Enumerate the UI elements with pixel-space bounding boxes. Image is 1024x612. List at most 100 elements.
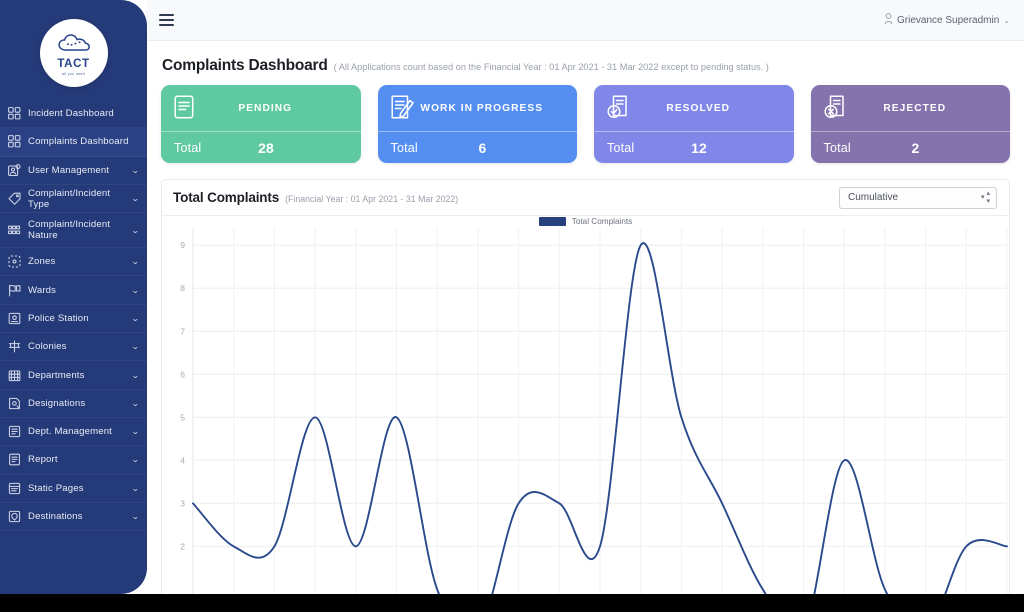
chevron-down-icon: ⌄ [131, 512, 140, 521]
sidebar-item-complaints-dashboard[interactable]: Complaints Dashboard [0, 128, 147, 157]
sidebar-item-label: Dept. Management [28, 426, 112, 438]
department-icon [6, 368, 22, 382]
sidebar-item-label: Zones [28, 256, 56, 268]
sidebar-item-label: Colonies [28, 341, 67, 353]
destination-icon [6, 510, 22, 524]
stat-card-total-label: Total [823, 140, 851, 155]
chevron-down-icon: ⌄ [131, 257, 140, 267]
sidebar-item-label: Police Station [28, 312, 89, 324]
sidebar-item-incident-dashboard[interactable]: Incident Dashboard [0, 100, 147, 129]
cloud-icon [57, 33, 91, 58]
stat-card-value: 28 [258, 139, 274, 156]
y-axis-tick-4: 4 [180, 455, 185, 465]
zone-dashed-icon [6, 255, 22, 269]
select-arrows-icon: ▾ ▴ ▾ [980, 190, 990, 205]
chart-range-value: Cumulative [848, 192, 899, 203]
sidebar-item-label: Complaint/Incident Nature [28, 219, 111, 242]
sidebar-item-label: Designations [28, 397, 86, 409]
brand-logo[interactable]: TACT all you need [0, 0, 147, 100]
grid-dashboard-icon [6, 135, 22, 149]
chart-plot: 9 8 7 6 5 4 3 2 [162, 216, 1009, 598]
stat-card-total-label: Total [607, 140, 635, 155]
sidebar-item-label: Complaint/Incident Type [28, 187, 111, 210]
sidebar-item-label: Destinations [28, 510, 83, 522]
stat-card-row: PENDING Total 28 WORK IN PROGRESS Total 6 RESO… [161, 85, 1010, 163]
stat-card-title: PENDING [238, 102, 293, 114]
document-check-icon [607, 95, 633, 121]
sidebar-item-colonies[interactable]: Colonies ⌄ [0, 333, 147, 362]
ward-flag-icon [6, 283, 22, 297]
chart-header-left: Total Complaints (Financial Year : 01 Ap… [173, 190, 458, 205]
stat-card-total-label: Total [174, 140, 202, 155]
stat-card-value: 2 [911, 139, 920, 156]
chart-range-select[interactable]: Cumulative ▾ ▴ ▾ [839, 186, 997, 209]
letterbox-band-bottom [0, 594, 1024, 612]
chevron-down-icon: ⌄ [131, 313, 140, 323]
tag-icon [6, 192, 22, 206]
sidebar-item-user-management[interactable]: User Management ⌄ [0, 157, 147, 185]
hamburger-icon[interactable] [159, 11, 179, 29]
sidebar-item-label: Wards [28, 284, 57, 296]
report-icon [6, 453, 22, 467]
y-axis-tick-9: 9 [180, 240, 185, 250]
sidebar-item-destinations[interactable]: Destinations ⌄ [0, 503, 147, 532]
document-lines-icon [174, 95, 200, 121]
sidebar-item-wards[interactable]: Wards ⌄ [0, 276, 147, 305]
stat-card-bottom: Total 2 [811, 132, 1011, 163]
sidebar-item-complaint-incident-type[interactable]: Complaint/Incident Type ⌄ [0, 185, 147, 214]
chevron-down-icon: ⌄ [131, 194, 140, 204]
main-content: Complaints Dashboard ( All Applications … [147, 41, 1024, 599]
chevron-down-icon: ⌄ [131, 285, 140, 295]
sidebar: TACT all you need Incident Dashboard Comp… [0, 0, 147, 594]
sidebar-item-departments[interactable]: Departments ⌄ [0, 361, 147, 390]
sidebar-item-label: Static Pages [28, 482, 84, 494]
stat-card-bottom: Total 6 [378, 132, 578, 163]
sidebar-item-zones[interactable]: Zones ⌄ [0, 248, 147, 277]
chart-area: Total Complaints 98765432 [162, 216, 1009, 598]
sidebar-item-report[interactable]: Report ⌄ [0, 446, 147, 475]
y-axis-tick-5: 5 [180, 412, 185, 422]
sidebar-item-static-pages[interactable]: Static Pages ⌄ [0, 475, 147, 503]
sidebar-nav: Incident Dashboard Complaints Dashboard Us… [0, 100, 147, 532]
page-title: Complaints Dashboard [162, 57, 328, 74]
user-menu[interactable]: Grievance Superadmin ⌄ [884, 12, 1010, 28]
stat-card-bottom: Total 28 [161, 132, 361, 163]
stat-card-bottom: Total 12 [594, 132, 794, 163]
stat-card-pending[interactable]: PENDING Total 28 [161, 85, 361, 163]
stat-card-title: REJECTED [883, 102, 947, 114]
chart-panel: Total Complaints (Financial Year : 01 Ap… [161, 179, 1010, 599]
brand-name: TACT [57, 57, 90, 70]
sidebar-item-complaint-incident-nature[interactable]: Complaint/Incident Nature ⌄ [0, 213, 147, 249]
sidebar-item-police-station[interactable]: Police Station ⌄ [0, 305, 147, 334]
stat-card-resolved[interactable]: RESOLVED Total 12 [594, 85, 794, 163]
stat-card-value: 12 [691, 139, 707, 156]
page-subtitle: ( All Applications count based on the Fi… [333, 62, 769, 72]
nature-grid-icon [6, 223, 22, 237]
user-gear-icon [6, 163, 22, 177]
sidebar-item-label: Complaints Dashboard [28, 136, 129, 148]
stat-card-title: RESOLVED [666, 102, 731, 114]
stat-card-rejected[interactable]: REJECTED Total 2 [810, 85, 1011, 163]
stat-card-top: WORK IN PROGRESS [377, 85, 577, 132]
user-name: Grievance Superadmin [897, 14, 1000, 26]
y-axis-tick-8: 8 [180, 283, 185, 293]
y-axis-tick-2: 2 [180, 541, 185, 551]
chevron-down-icon: ⌄ [1003, 15, 1010, 25]
sidebar-item-label: User Management [28, 164, 110, 176]
stat-card-top: REJECTED [810, 85, 1010, 132]
police-station-icon [6, 311, 22, 325]
sidebar-item-label: Report [28, 454, 58, 466]
sidebar-item-label: Departments [28, 369, 85, 381]
stat-card-work-in-progress[interactable]: WORK IN PROGRESS Total 6 [377, 85, 578, 163]
designation-icon [6, 396, 22, 410]
y-axis-tick-6: 6 [180, 369, 185, 379]
stat-card-top: RESOLVED [594, 85, 794, 132]
sidebar-item-dept-management[interactable]: Dept. Management ⌄ [0, 418, 147, 447]
chevron-down-icon: ⌄ [131, 427, 140, 437]
sidebar-item-designations[interactable]: Designations ⌄ [0, 390, 147, 418]
sidebar-item-label: Incident Dashboard [28, 108, 114, 120]
brand-tagline: all you need [62, 71, 85, 76]
grid-dashboard-icon [6, 107, 22, 121]
page-header: Complaints Dashboard ( All Applications … [161, 51, 1010, 85]
chart-title: Total Complaints [173, 190, 280, 205]
